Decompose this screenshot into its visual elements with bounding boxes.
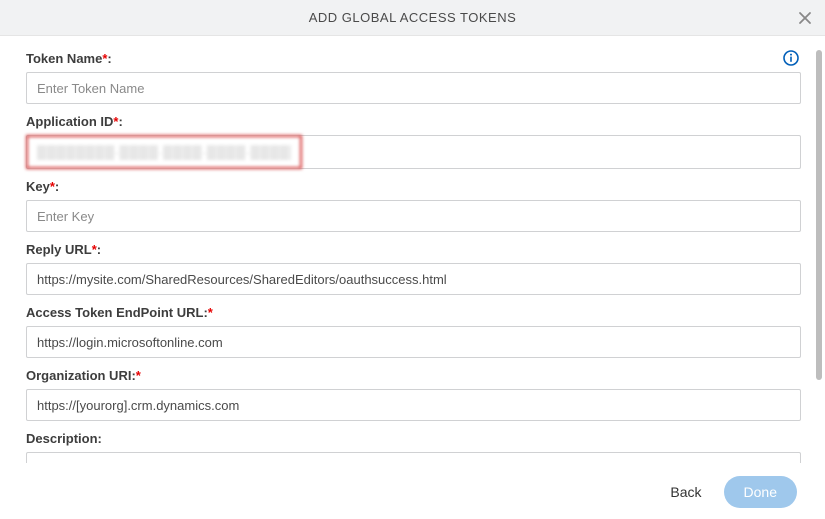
- token-name-input[interactable]: [26, 72, 801, 104]
- org-uri-label: Organization URI:*: [26, 368, 141, 383]
- reply-url-label: Reply URL*:: [26, 242, 101, 257]
- vertical-scrollbar[interactable]: [816, 50, 822, 380]
- reply-url-input[interactable]: [26, 263, 801, 295]
- field-reply-url: Reply URL*:: [26, 242, 801, 295]
- info-icon[interactable]: [783, 50, 799, 66]
- field-endpoint-url: Access Token EndPoint URL:*: [26, 305, 801, 358]
- key-label: Key*:: [26, 179, 59, 194]
- done-button[interactable]: Done: [724, 476, 797, 508]
- modal-body: Token Name*: Application ID*: Key*:: [0, 36, 813, 463]
- description-input[interactable]: [26, 452, 801, 463]
- description-label: Description:: [26, 431, 102, 446]
- org-uri-input[interactable]: [26, 389, 801, 421]
- application-id-input[interactable]: [27, 136, 301, 168]
- endpoint-url-label: Access Token EndPoint URL:*: [26, 305, 213, 320]
- field-org-uri: Organization URI:*: [26, 368, 801, 421]
- endpoint-url-input[interactable]: [26, 326, 801, 358]
- field-key: Key*:: [26, 179, 801, 232]
- back-button[interactable]: Back: [670, 484, 701, 500]
- field-application-id: Application ID*:: [26, 114, 801, 169]
- close-icon[interactable]: [797, 10, 813, 26]
- field-token-name: Token Name*:: [26, 50, 801, 104]
- modal-title: ADD GLOBAL ACCESS TOKENS: [309, 10, 517, 25]
- token-name-label: Token Name*:: [26, 51, 112, 66]
- key-input[interactable]: [26, 200, 801, 232]
- add-global-access-tokens-modal: ADD GLOBAL ACCESS TOKENS Token Name*: Ap…: [0, 0, 825, 519]
- application-id-label: Application ID*:: [26, 114, 123, 129]
- field-description: Description:: [26, 431, 801, 463]
- modal-footer: Back Done: [0, 463, 825, 519]
- modal-header: ADD GLOBAL ACCESS TOKENS: [0, 0, 825, 36]
